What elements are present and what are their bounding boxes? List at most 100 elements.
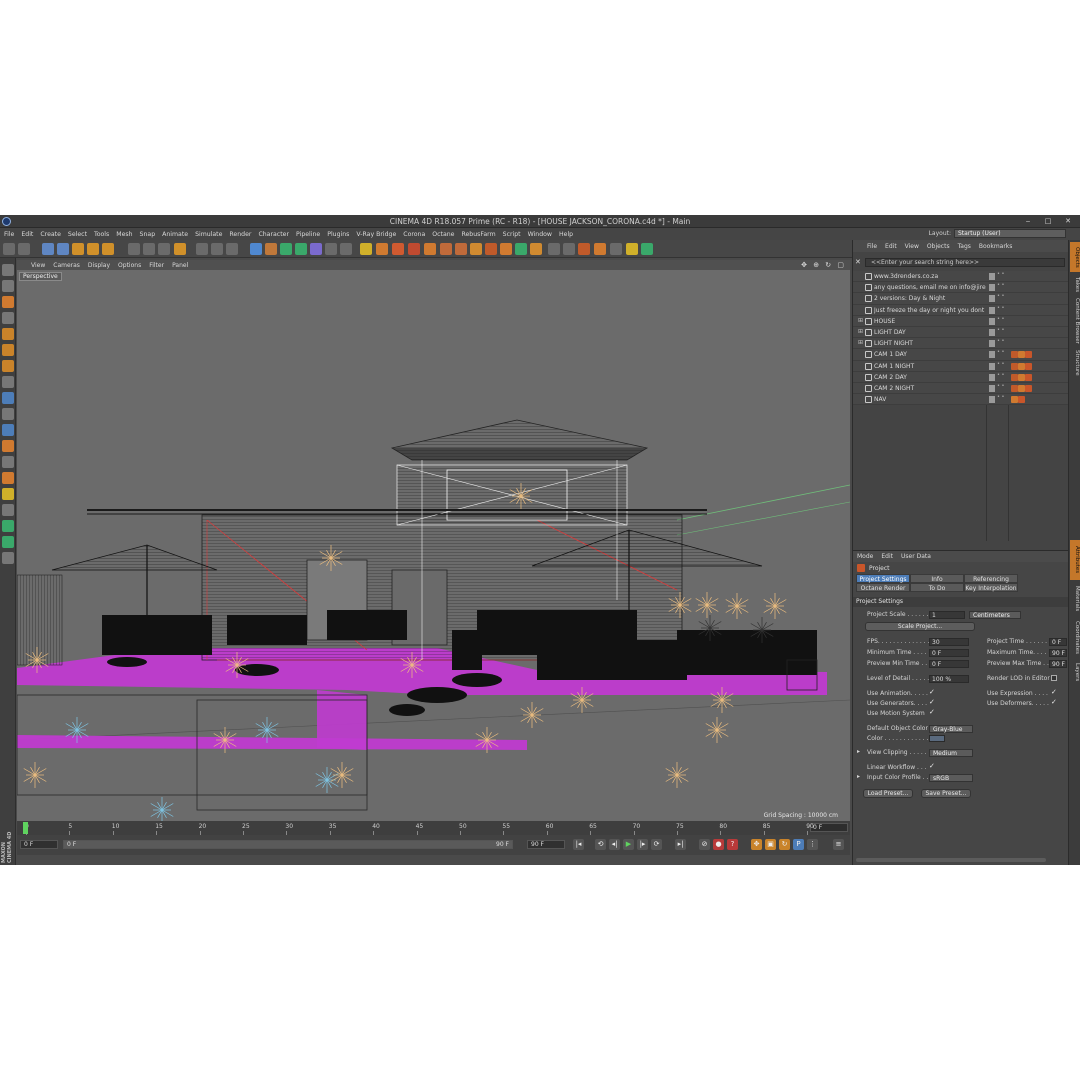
side-tab-attributes[interactable]: Attributes: [1070, 540, 1080, 580]
minimize-button[interactable]: ‒: [1020, 216, 1036, 226]
corona-icon[interactable]: [376, 243, 388, 255]
object-name[interactable]: Just freeze the day or night you dont n: [874, 307, 986, 314]
step-back-button[interactable]: ◂|: [609, 839, 620, 850]
go-to-end-button[interactable]: ▸|: [675, 839, 686, 850]
editor-render-dots-icon[interactable]: • •: [997, 339, 1005, 344]
render-pv-icon[interactable]: [211, 243, 223, 255]
object-menu-view[interactable]: View: [905, 243, 919, 250]
object-row[interactable]: Just freeze the day or night you dont n •…: [853, 304, 1069, 316]
expand-toggle-icon[interactable]: ⊞: [858, 339, 863, 346]
play-button[interactable]: ▶: [623, 839, 634, 850]
object-row[interactable]: CAM 2 DAY • •: [853, 371, 1069, 383]
y-axis-icon[interactable]: [143, 243, 155, 255]
preview-min-time-field[interactable]: 0 F: [929, 660, 969, 668]
key-pla-icon[interactable]: ⋮: [807, 839, 818, 850]
side-tab-layers[interactable]: Layers: [1070, 660, 1080, 684]
layer-visibility-icon[interactable]: [989, 317, 995, 325]
object-row[interactable]: www.3drenders.co.za • •: [853, 271, 1069, 283]
side-tab-structure[interactable]: Structure: [1070, 346, 1080, 380]
texture-mode-icon[interactable]: [2, 296, 14, 308]
tab-referencing[interactable]: Referencing: [964, 574, 1018, 583]
view-clipping-dropdown[interactable]: Medium: [929, 749, 973, 757]
tool-k-icon[interactable]: [594, 243, 606, 255]
tweak-mode-icon[interactable]: [2, 392, 14, 404]
object-name[interactable]: any questions, email me on info@jireh: [874, 284, 986, 291]
layer-visibility-icon[interactable]: [989, 306, 995, 314]
input-color-profile-expand-icon[interactable]: ▸: [857, 773, 860, 780]
object-tag-icon[interactable]: [1025, 351, 1032, 359]
solo-icon[interactable]: [2, 424, 14, 436]
render-settings-icon[interactable]: [226, 243, 238, 255]
project-scale-field[interactable]: 1: [929, 611, 965, 619]
viewport-menu-display[interactable]: Display: [88, 262, 110, 269]
use-generators-checkbox[interactable]: ✓: [929, 698, 935, 706]
viewport-menu-view[interactable]: View: [31, 262, 45, 269]
object-row[interactable]: ⊞ LIGHT NIGHT • •: [853, 338, 1069, 350]
key-scale-icon[interactable]: ▣: [765, 839, 776, 850]
x-axis-icon[interactable]: [128, 243, 140, 255]
tool-j-icon[interactable]: [578, 243, 590, 255]
points-mode-icon[interactable]: [2, 328, 14, 340]
menu-script[interactable]: Script: [503, 231, 521, 238]
object-menu-tags[interactable]: Tags: [958, 243, 971, 250]
live-select-icon[interactable]: [102, 243, 114, 255]
fps-field[interactable]: 30: [929, 638, 969, 646]
redo-icon[interactable]: [18, 243, 30, 255]
timeline-ruler[interactable]: 0 F 051015202530354045505560657075808590: [17, 821, 850, 835]
rebus-icon[interactable]: [408, 243, 420, 255]
make-editable-icon[interactable]: [2, 264, 14, 276]
viewport-camera-label[interactable]: Perspective: [19, 272, 62, 281]
object-name[interactable]: NAV: [874, 396, 986, 403]
object-tag-icon[interactable]: [1025, 384, 1032, 392]
object-name[interactable]: www.3drenders.co.za: [874, 273, 986, 280]
editor-render-dots-icon[interactable]: • •: [997, 272, 1005, 277]
layer-visibility-icon[interactable]: [989, 328, 995, 336]
use-deformers-checkbox[interactable]: ✓: [1051, 698, 1057, 706]
object-row[interactable]: ⊞ LIGHT DAY • •: [853, 326, 1069, 339]
extra-icon[interactable]: [2, 552, 14, 564]
start-frame-field[interactable]: 0 F: [20, 840, 58, 849]
key-rotation-icon[interactable]: ↻: [779, 839, 790, 850]
menu-edit[interactable]: Edit: [21, 231, 33, 238]
menu-select[interactable]: Select: [68, 231, 87, 238]
min-time-field[interactable]: 0 F: [929, 649, 969, 657]
color-swatch[interactable]: [929, 735, 945, 742]
object-row[interactable]: any questions, email me on info@jireh • •: [853, 282, 1069, 294]
attribute-menu-user-data[interactable]: User Data: [901, 553, 931, 560]
attribute-menu-mode[interactable]: Mode: [857, 553, 873, 560]
viewport-menu-panel[interactable]: Panel: [172, 262, 188, 269]
object-name[interactable]: CAM 1 NIGHT: [874, 363, 986, 370]
timeline-menu-icon[interactable]: ≡: [833, 839, 844, 850]
layer-visibility-icon[interactable]: [989, 340, 995, 348]
tool-i-icon[interactable]: [563, 243, 575, 255]
nurbs-icon[interactable]: [280, 243, 292, 255]
polygons-mode-icon[interactable]: [2, 360, 14, 372]
clear-search-icon[interactable]: ✕: [855, 258, 861, 266]
object-menu-edit[interactable]: Edit: [885, 243, 897, 250]
linear-workflow-checkbox[interactable]: ✓: [929, 762, 935, 770]
side-tab-takes[interactable]: Takes: [1070, 274, 1080, 296]
editor-render-dots-icon[interactable]: • •: [997, 294, 1005, 299]
snap-icon[interactable]: [2, 408, 14, 420]
object-tag-icon[interactable]: [1011, 396, 1018, 404]
object-menu-file[interactable]: File: [867, 243, 877, 250]
camera-icon[interactable]: [340, 243, 352, 255]
editor-render-dots-icon[interactable]: • •: [997, 383, 1005, 388]
tab-key-interpolation[interactable]: Key Interpolation: [964, 583, 1018, 592]
menu-render[interactable]: Render: [229, 231, 251, 238]
expand-toggle-icon[interactable]: ⊞: [858, 317, 863, 324]
layer-visibility-icon[interactable]: [989, 384, 995, 392]
menu-octane[interactable]: Octane: [432, 231, 454, 238]
workplane-lock-icon[interactable]: [2, 440, 14, 452]
workplane-icon[interactable]: [2, 312, 14, 324]
viewport-canvas[interactable]: Perspective Grid Spacing : 10000 cm: [17, 270, 850, 821]
layer-visibility-icon[interactable]: [989, 373, 995, 381]
object-tag-icon[interactable]: [1025, 373, 1032, 381]
menu-tools[interactable]: Tools: [94, 231, 109, 238]
grid-icon[interactable]: [2, 520, 14, 532]
load-preset-button[interactable]: Load Preset...: [863, 789, 913, 798]
save-preset-button[interactable]: Save Preset...: [921, 789, 971, 798]
viewport-nav-icons[interactable]: ✥ ⊕ ↻ ▢: [801, 261, 846, 269]
attribute-menu-edit[interactable]: Edit: [881, 553, 893, 560]
object-tag-icon[interactable]: [1011, 362, 1018, 370]
